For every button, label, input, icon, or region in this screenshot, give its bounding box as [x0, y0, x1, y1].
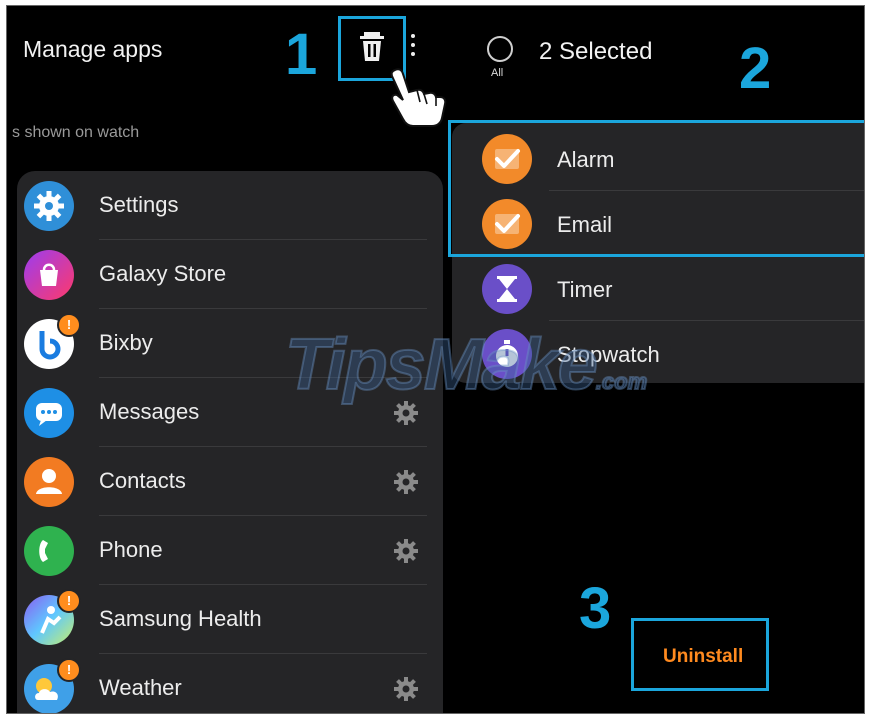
phone-icon	[24, 526, 74, 576]
app-name: Timer	[557, 277, 613, 302]
app-row-weather[interactable]: ! Weather	[17, 654, 443, 713]
select-row-timer[interactable]: Timer	[452, 256, 864, 321]
gear-icon[interactable]	[393, 538, 419, 564]
pointing-hand-icon	[390, 68, 447, 127]
update-badge: !	[57, 313, 81, 337]
contacts-icon	[24, 457, 74, 507]
timer-icon	[482, 264, 532, 314]
step-1-number: 1	[285, 22, 318, 87]
step-3-highlight	[631, 618, 769, 691]
screenshot-frame: Manage apps s shown on watch Settings Gal…	[6, 5, 865, 714]
gear-icon[interactable]	[393, 676, 419, 702]
step-3-number: 3	[579, 576, 612, 641]
galaxy-store-icon	[24, 250, 74, 300]
more-options-icon[interactable]	[409, 34, 417, 64]
gear-icon[interactable]	[393, 469, 419, 495]
app-name: Settings	[99, 192, 179, 217]
app-row-galaxy-store[interactable]: Galaxy Store	[17, 240, 443, 309]
settings-icon	[24, 181, 74, 231]
watermark: TipsMake.com	[284, 324, 648, 406]
update-badge: !	[57, 589, 81, 613]
app-row-phone[interactable]: Phone	[17, 516, 443, 585]
step-2-highlight	[448, 120, 864, 257]
app-list: Settings Galaxy Store! Bixby Messages Contac…	[17, 171, 443, 713]
messages-icon	[24, 388, 74, 438]
app-name: Phone	[99, 537, 163, 562]
select-all-radio[interactable]	[487, 36, 513, 62]
selected-count: 2 Selected	[539, 38, 653, 65]
app-name: Messages	[99, 399, 200, 424]
select-all-label: All	[491, 67, 504, 79]
apps-shown-subtitle: s shown on watch	[12, 124, 140, 141]
step-2-number: 2	[739, 36, 772, 101]
update-badge: !	[57, 658, 81, 682]
app-name: Contacts	[99, 468, 186, 493]
app-name: Samsung Health	[99, 606, 262, 631]
page-title: Manage apps	[23, 36, 163, 62]
app-row-samsung-health[interactable]: ! Samsung Health	[17, 585, 443, 654]
app-name: Galaxy Store	[99, 261, 227, 286]
app-row-settings[interactable]: Settings	[17, 171, 443, 240]
app-row-contacts[interactable]: Contacts	[17, 447, 443, 516]
app-name: Weather	[99, 675, 182, 700]
app-name: Bixby	[99, 330, 153, 355]
